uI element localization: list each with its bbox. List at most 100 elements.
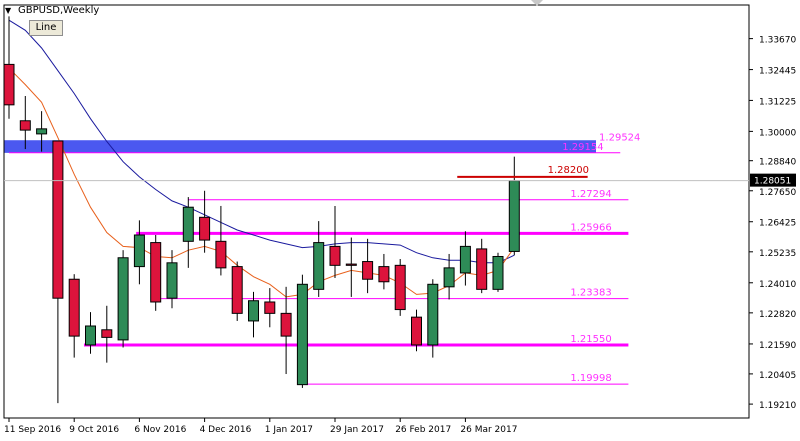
axes-layer: 1.33670 1.32445 1.31225 1.30000 1.28840 1.276… (3, 4, 796, 435)
level-lines-layer: 1.295241.29154 1.27294 1.25966 1.23383 1.215… (9, 132, 640, 385)
candle-16 (264, 288, 276, 328)
candle-18 (296, 274, 308, 388)
y-tick-label-12: 1.19210 (759, 401, 796, 411)
y-tick-label-9: 1.22820 (759, 310, 796, 320)
candle-body-0 (3, 63, 15, 106)
candle-8 (133, 220, 145, 285)
x-tick-label-3: 4 Dec 2016 (200, 425, 252, 435)
candle-body-8 (133, 234, 145, 268)
y-tick-label-6: 1.26425 (759, 219, 796, 229)
candle-4 (68, 274, 80, 358)
candle-body-2 (36, 128, 48, 135)
candle-22 (362, 238, 374, 294)
candle-body-28 (459, 245, 471, 274)
x-tick-label-0: 11 Sep 2016 (4, 425, 61, 435)
y-tick-label-0: 1.33670 (759, 36, 796, 46)
candle-body-21 (345, 263, 357, 266)
y-tick-label-11: 1.20405 (759, 371, 796, 381)
level-label-2: 1.27294 (570, 189, 611, 200)
chart-window[interactable]: 1.29524 1.29154 1.27294 1.25966 1.23383 1.215… (0, 0, 800, 441)
candle-29 (476, 238, 488, 294)
candle-body-14 (231, 266, 243, 314)
chart-mode-line-button[interactable]: Line (29, 20, 63, 36)
supply-zone-layer (4, 140, 596, 153)
x-tick-label-7: 26 Mar 2017 (460, 425, 517, 435)
candle-body-29 (476, 248, 488, 290)
y-tick-label-8: 1.24010 (759, 280, 796, 290)
candle-28 (459, 231, 471, 286)
candle-body-6 (101, 329, 113, 338)
candle-14 (231, 261, 243, 321)
candle-20 (329, 205, 341, 278)
plot-frame (3, 4, 750, 419)
candle-body-24 (394, 264, 406, 311)
candle-body-5 (85, 325, 96, 346)
level-label-1: 1.29154 (562, 142, 603, 153)
candle-6 (101, 305, 113, 363)
x-tick-label-5: 29 Jan 2017 (330, 425, 384, 435)
candle-body-7 (117, 257, 129, 341)
candle-body-27 (443, 267, 455, 288)
level-label-6: 1.19998 (570, 373, 611, 384)
candle-body-30 (492, 255, 504, 290)
candle-body-11 (182, 206, 194, 242)
y-tick-label-1: 1.32445 (759, 67, 796, 77)
candle-body-13 (215, 240, 227, 269)
x-tick-label-6: 26 Feb 2017 (395, 425, 451, 435)
candle-body-15 (248, 300, 259, 322)
level-label-0: 1.29524 (599, 132, 640, 143)
candle-25 (411, 309, 422, 352)
candle-23 (378, 253, 390, 290)
candle-9 (150, 235, 162, 311)
candle-body-22 (362, 261, 374, 280)
candle-body-12 (199, 216, 211, 241)
candle-5 (85, 312, 96, 354)
candle-13 (215, 205, 227, 276)
candle-body-19 (313, 242, 325, 290)
candle-24 (394, 259, 406, 316)
candle-0 (3, 16, 15, 119)
candle-17 (280, 286, 292, 375)
candle-body-18 (296, 283, 308, 386)
candle-body-31 (508, 180, 520, 252)
candle-body-10 (166, 262, 178, 299)
candle-body-20 (329, 245, 341, 266)
x-tick-label-4: 1 Jan 2017 (265, 425, 313, 435)
candle-body-17 (280, 312, 292, 337)
candle-7 (117, 250, 129, 348)
y-tick-label-2: 1.31225 (759, 97, 796, 107)
level-label-4: 1.23383 (570, 288, 611, 299)
y-tick-label-10: 1.21590 (759, 341, 796, 351)
moving-averages-layer (8, 19, 515, 298)
current-price-label: 1.28051 (754, 177, 791, 187)
level-label-3: 1.25966 (570, 222, 611, 233)
candle-body-1 (19, 120, 31, 131)
level-label-5: 1.21550 (570, 334, 611, 345)
candle-body-25 (411, 316, 422, 346)
y-tick-label-3: 1.30000 (759, 128, 796, 138)
candle-body-4 (68, 278, 80, 337)
ma-fast-line (8, 67, 515, 298)
supply-zone (4, 140, 596, 153)
chart-shift-marker-icon[interactable] (531, 0, 543, 6)
x-tick-label-2: 6 Nov 2016 (134, 425, 186, 435)
y-tick-label-7: 1.25235 (759, 249, 796, 259)
candle-21 (345, 237, 357, 297)
candle-body-26 (427, 283, 439, 346)
candle-body-23 (378, 266, 390, 283)
candle-body-16 (264, 301, 276, 314)
candle-10 (166, 250, 178, 309)
candle-body-9 (150, 242, 162, 303)
x-tick-label-1: 9 Oct 2016 (69, 425, 119, 435)
price-chart[interactable]: 1.295241.29154 1.27294 1.25966 1.23383 1.215… (0, 0, 800, 441)
resistance-layer: 1.28200 (457, 165, 589, 178)
y-tick-label-4: 1.28840 (759, 158, 796, 168)
candle-30 (492, 252, 504, 292)
y-tick-label-5: 1.27650 (759, 188, 796, 198)
candle-body-3 (52, 140, 64, 299)
candle-31 (508, 156, 520, 256)
resistance-label: 1.28200 (548, 165, 589, 176)
candle-11 (182, 197, 194, 268)
symbol-title: GBPUSD,Weekly (18, 5, 100, 16)
chart-menu-arrow-icon[interactable]: ▼ (5, 6, 11, 15)
